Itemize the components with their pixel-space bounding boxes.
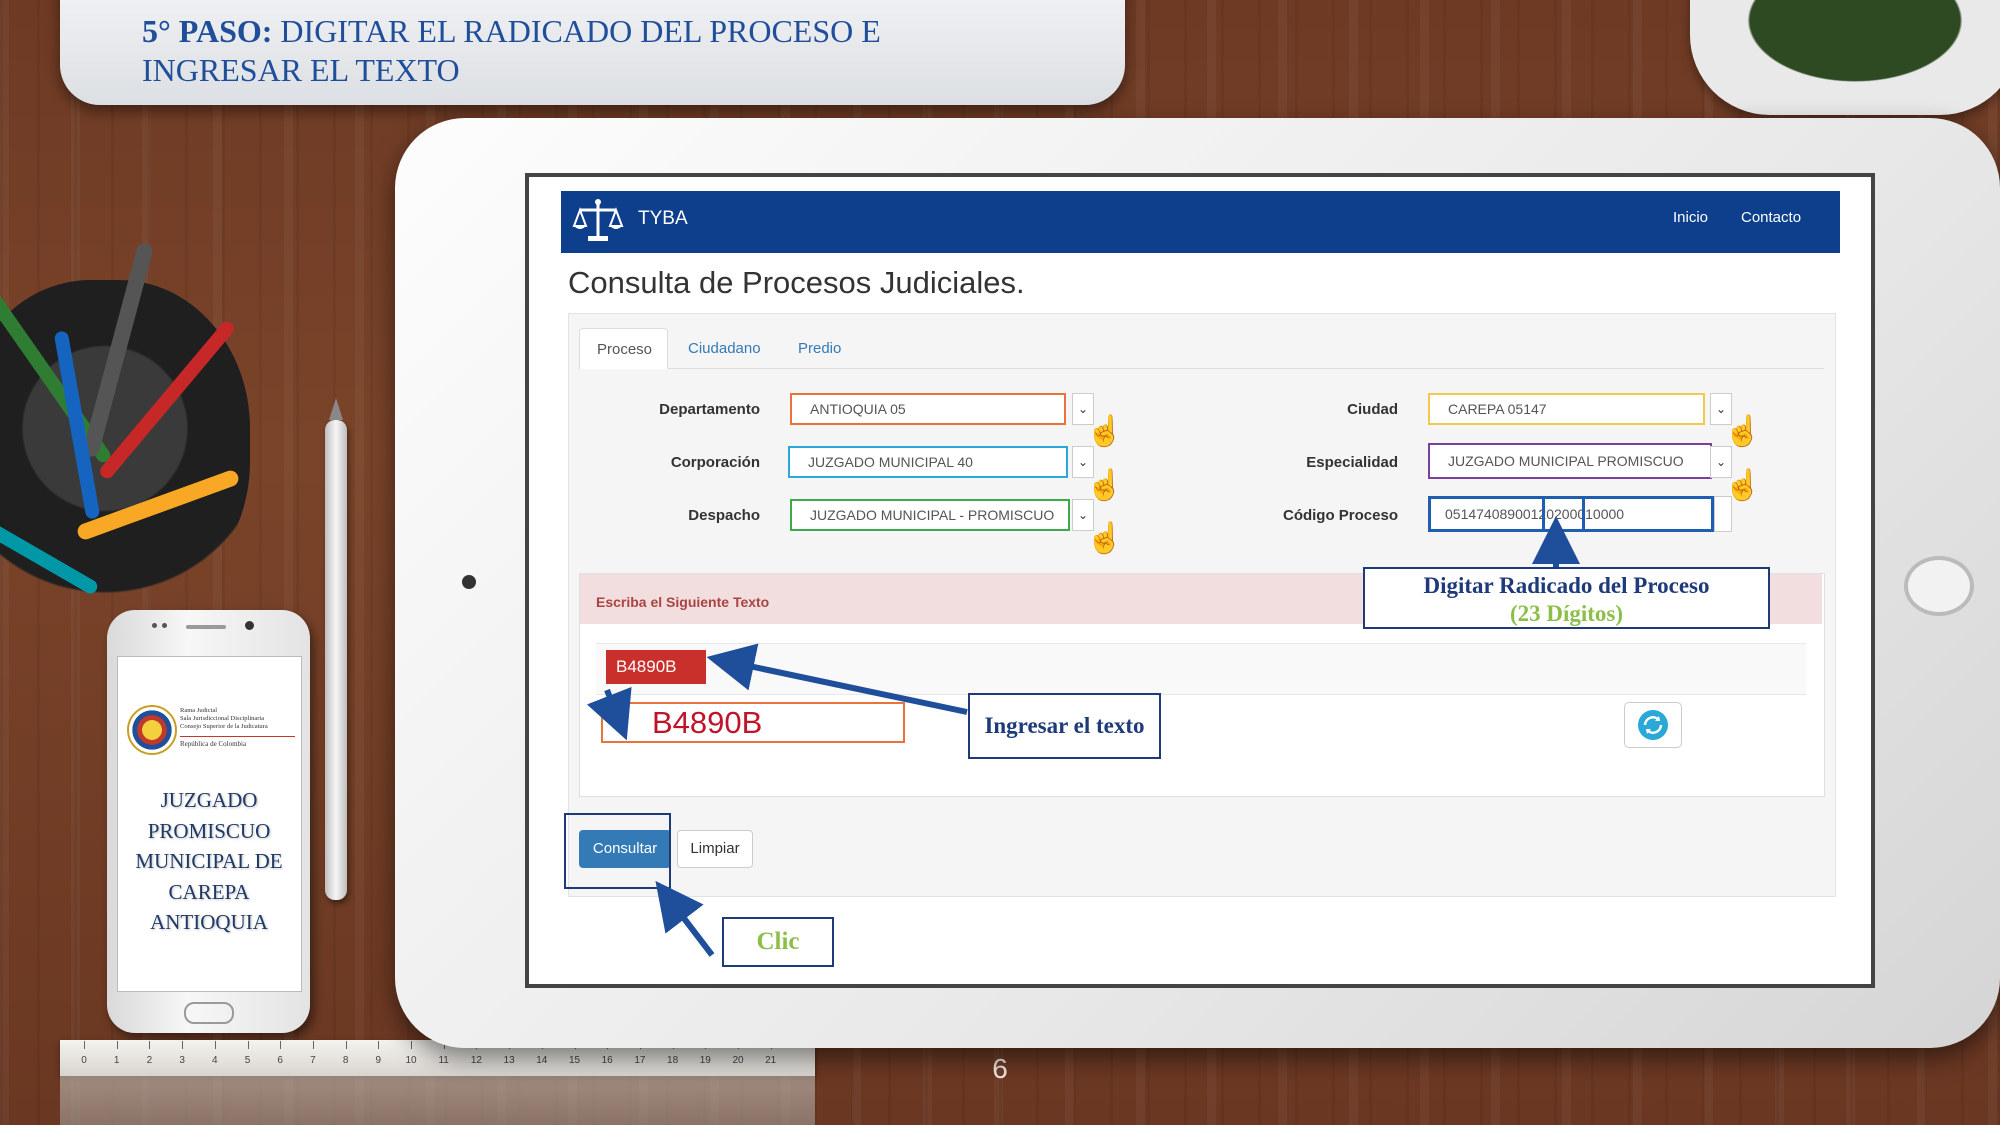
arrow-to-consultar xyxy=(655,880,715,957)
arrow-to-captcha-input xyxy=(586,686,632,741)
arrow-to-captcha-image xyxy=(706,643,968,715)
annotation-arrows xyxy=(586,516,1580,957)
callout-clic: Clic xyxy=(722,917,834,967)
callout-ingresar-texto: Ingresar el texto xyxy=(968,693,1161,759)
callout-radicado: Digitar Radicado del Proceso (23 Dígitos… xyxy=(1363,567,1770,629)
